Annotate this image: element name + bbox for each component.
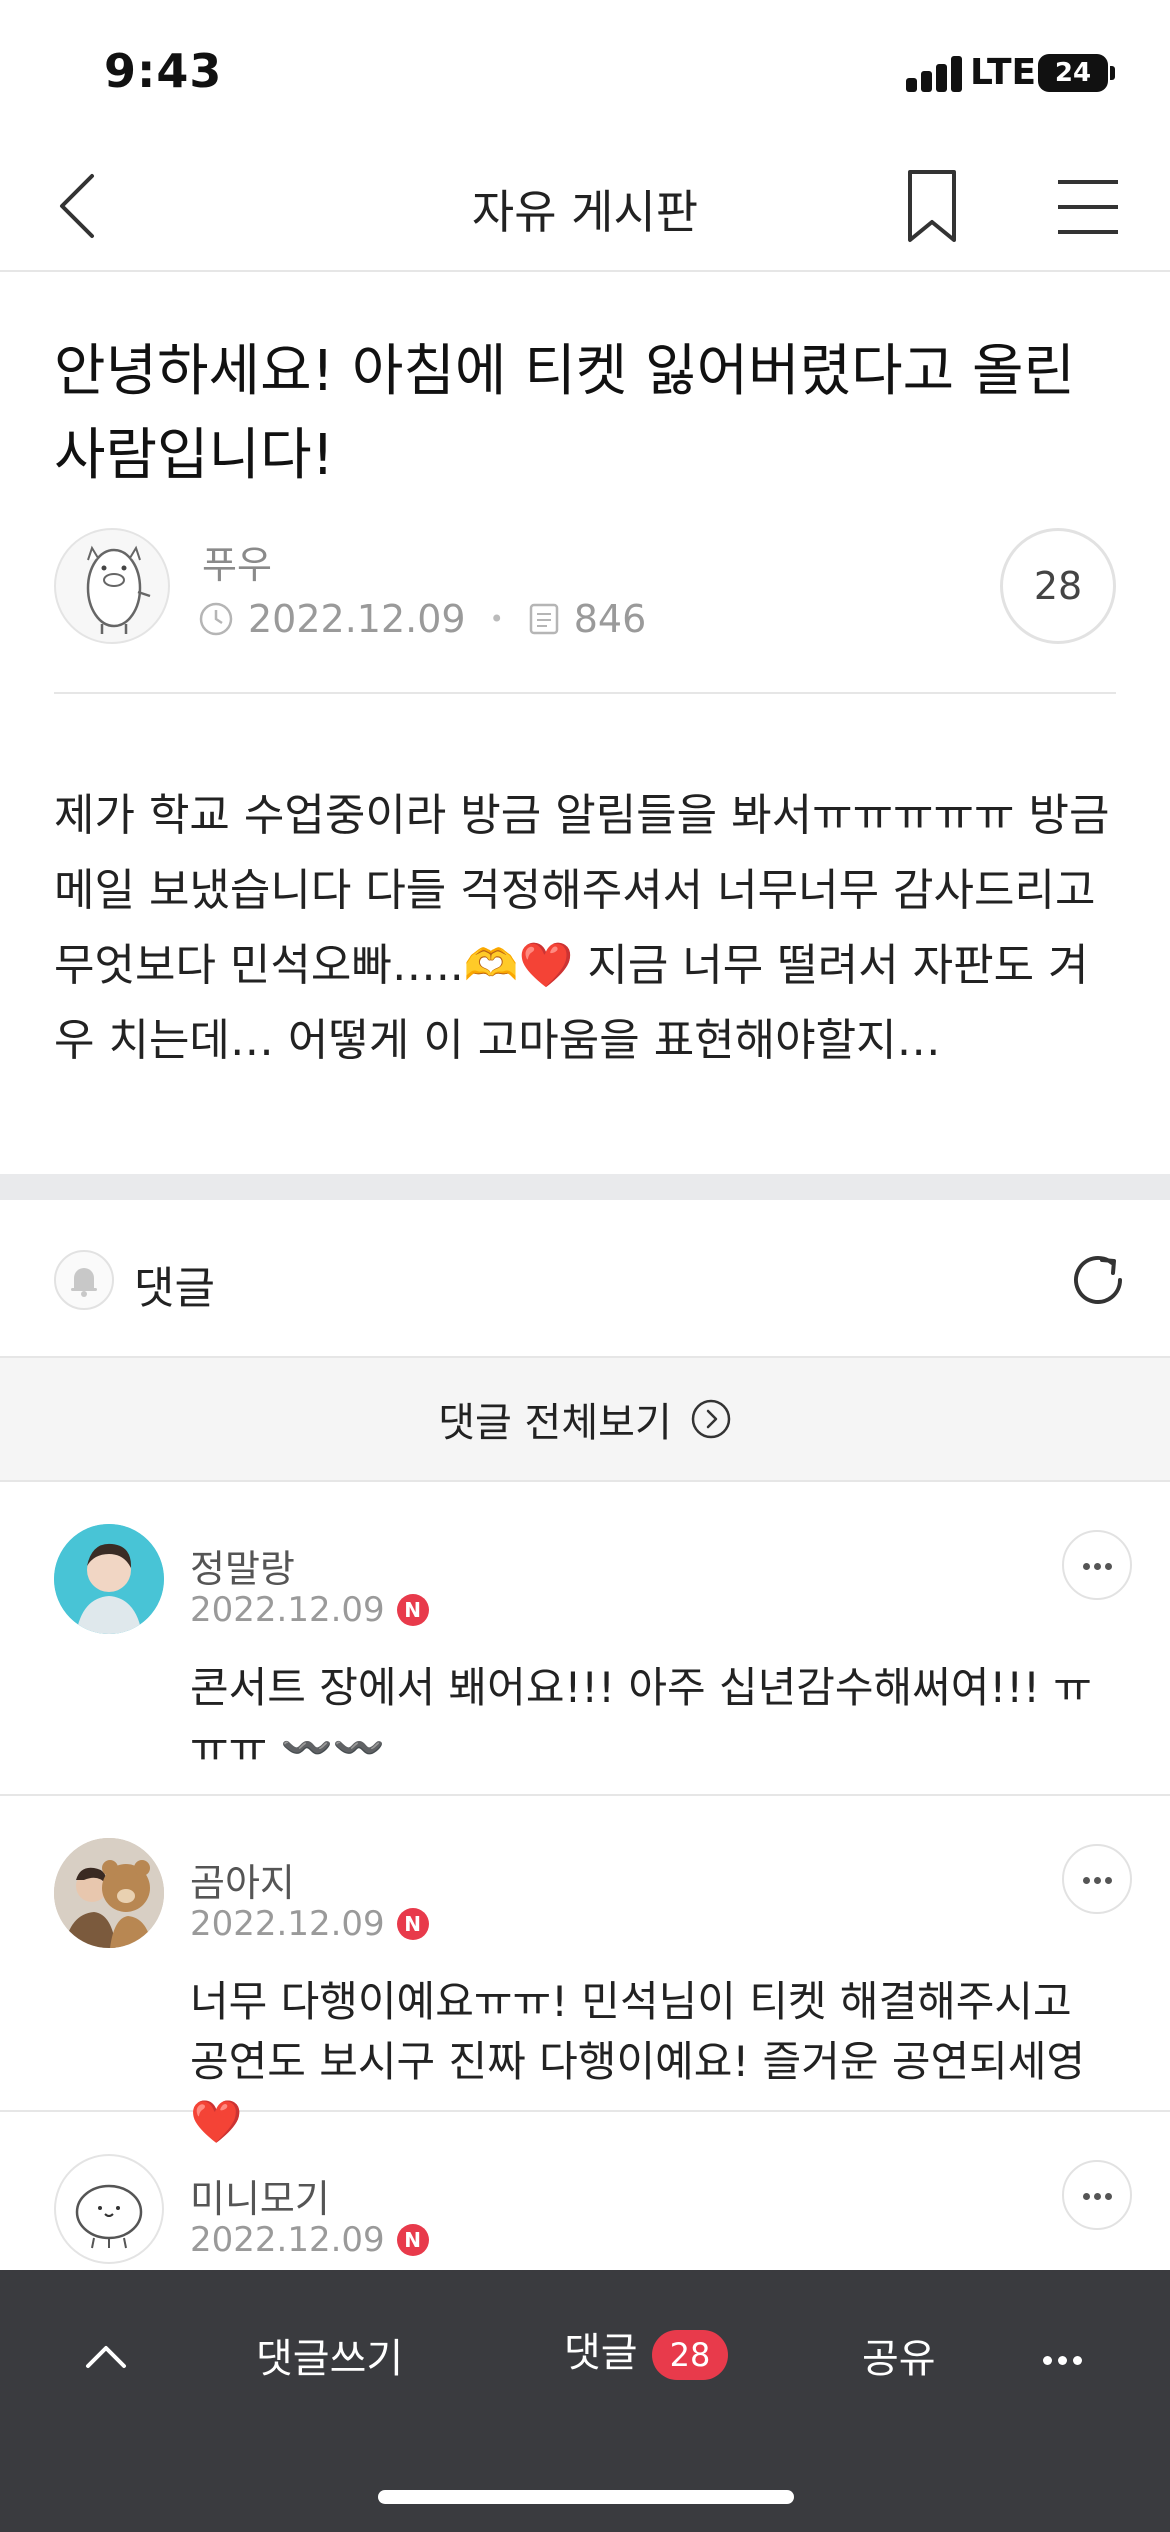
bookmark-icon[interactable] <box>896 166 968 246</box>
signal-icon <box>906 56 964 92</box>
write-comment-button[interactable]: 댓글쓰기 <box>256 2326 403 2384</box>
comment-count-button[interactable]: 28 <box>1000 528 1116 644</box>
author-avatar[interactable] <box>54 528 170 644</box>
comments-label: 댓글 <box>134 1263 215 1314</box>
comment-date: 2022.12.09 N <box>190 2220 429 2260</box>
new-badge: N <box>396 1594 429 1626</box>
board-title: 자유 게시판 <box>471 185 699 239</box>
post-meta: 2022.12.09 • 846 <box>198 594 646 644</box>
status-bar: 9:43 LTE 24 <box>0 0 1170 140</box>
new-badge: N <box>396 1908 429 1940</box>
comments-button[interactable]: 댓글 28 <box>564 2320 729 2380</box>
status-time: 9:43 <box>104 44 223 98</box>
post-body: 제가 학교 수업중이라 방금 알림들을 봐서ㅠㅠㅠㅠㅠ 방금 메일 보냈습니다 … <box>54 790 1110 1066</box>
comments-count-badge: 28 <box>651 2330 729 2380</box>
post-views: 846 <box>573 597 647 641</box>
network-label: LTE <box>970 52 1037 93</box>
home-indicator <box>378 2490 794 2504</box>
battery-nub <box>1110 66 1115 80</box>
refresh-icon[interactable] <box>1066 1248 1130 1312</box>
section-separator <box>0 1174 1170 1200</box>
meta-separator: • <box>489 605 504 633</box>
comment-date-text: 2022.12.09 <box>190 1590 385 1630</box>
view-all-comments-button[interactable]: 댓글 전체보기 <box>0 1358 1170 1482</box>
post-date: 2022.12.09 <box>248 597 466 641</box>
comment-author[interactable]: 미니모기 <box>190 2168 330 2223</box>
more-options-icon[interactable] <box>1062 2160 1132 2230</box>
comment-author[interactable]: 정말랑 <box>190 1538 295 1593</box>
comment-date: 2022.12.09 N <box>190 1590 429 1630</box>
comment-text: 콘서트 장에서 봬어요!!! 아주 십년감수해써여!!! ㅠㅠㅠ 〰️〰️ <box>190 1663 1092 1772</box>
author-name[interactable]: 푸우 <box>202 534 272 589</box>
bell-icon[interactable] <box>54 1250 114 1310</box>
share-button[interactable]: 공유 <box>862 2326 936 2384</box>
battery-icon: 24 <box>1038 54 1108 92</box>
more-icon[interactable] <box>1040 2350 1090 2365</box>
header-divider <box>54 692 1116 694</box>
comment-item: 곰아지 2022.12.09 N 너무 다행이예요ㅠㅠ! 민석님이 티켓 해결해… <box>0 1796 1170 2146</box>
more-options-icon[interactable] <box>1062 1530 1132 1600</box>
comments-button-label: 댓글 <box>564 2330 638 2376</box>
top-nav: 자유 게시판 <box>0 140 1170 272</box>
comment-item: 정말랑 2022.12.09 N 콘서트 장에서 봬어요!!! 아주 십년감수해… <box>0 1482 1170 1796</box>
comment-date-text: 2022.12.09 <box>190 2220 385 2260</box>
more-options-icon[interactable] <box>1062 1844 1132 1914</box>
menu-icon[interactable] <box>1050 176 1126 238</box>
views-icon <box>529 603 558 635</box>
comment-date-text: 2022.12.09 <box>190 1904 385 1944</box>
chevron-right-circle-icon <box>691 1399 730 1439</box>
comment-author[interactable]: 곰아지 <box>190 1852 295 1907</box>
avatar[interactable] <box>54 1838 164 1948</box>
comment-date: 2022.12.09 N <box>190 1904 429 1944</box>
comments-header: 댓글 <box>0 1200 1170 1358</box>
clock-icon <box>199 602 233 636</box>
new-badge: N <box>396 2224 429 2256</box>
avatar[interactable] <box>54 2154 164 2264</box>
view-all-label: 댓글 전체보기 <box>438 1400 672 1446</box>
post-title: 안녕하세요! 아침에 티켓 잃어버렸다고 올린 사람입니다! <box>54 339 1076 488</box>
avatar[interactable] <box>54 1524 164 1634</box>
chevron-up-icon[interactable] <box>76 2326 136 2386</box>
